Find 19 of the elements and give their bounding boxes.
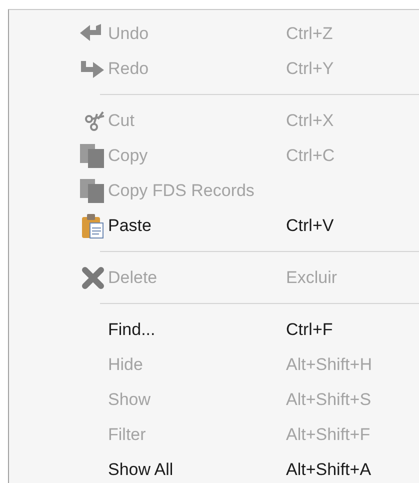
shortcut-label: Ctrl+X <box>286 110 334 130</box>
menu-item[interactable]: Find... <box>108 320 286 340</box>
clipboard-icon <box>81 212 105 238</box>
shortcut-label: Alt+Shift+F <box>286 424 370 444</box>
shortcut-label: Excluir <box>286 268 338 288</box>
shortcut-label: Alt+Shift+H <box>286 354 372 374</box>
menu-item[interactable]: Paste <box>108 216 286 236</box>
shortcut-label: Ctrl+F <box>286 320 333 340</box>
shortcut-label: Alt+Shift+A <box>286 460 372 480</box>
shortcut-label: Ctrl+V <box>286 216 334 236</box>
shortcut-label: Alt+Shift+S <box>286 390 372 410</box>
documents-icon <box>79 142 105 168</box>
shortcut-label: Ctrl+Z <box>286 24 333 44</box>
scissors-icon <box>85 110 105 132</box>
documents-icon <box>79 178 105 204</box>
shortcut-label: Ctrl+C <box>286 146 335 166</box>
menu-item[interactable]: Show All <box>108 460 286 480</box>
x-icon <box>81 266 105 288</box>
shortcut-label: Ctrl+Y <box>286 58 334 78</box>
